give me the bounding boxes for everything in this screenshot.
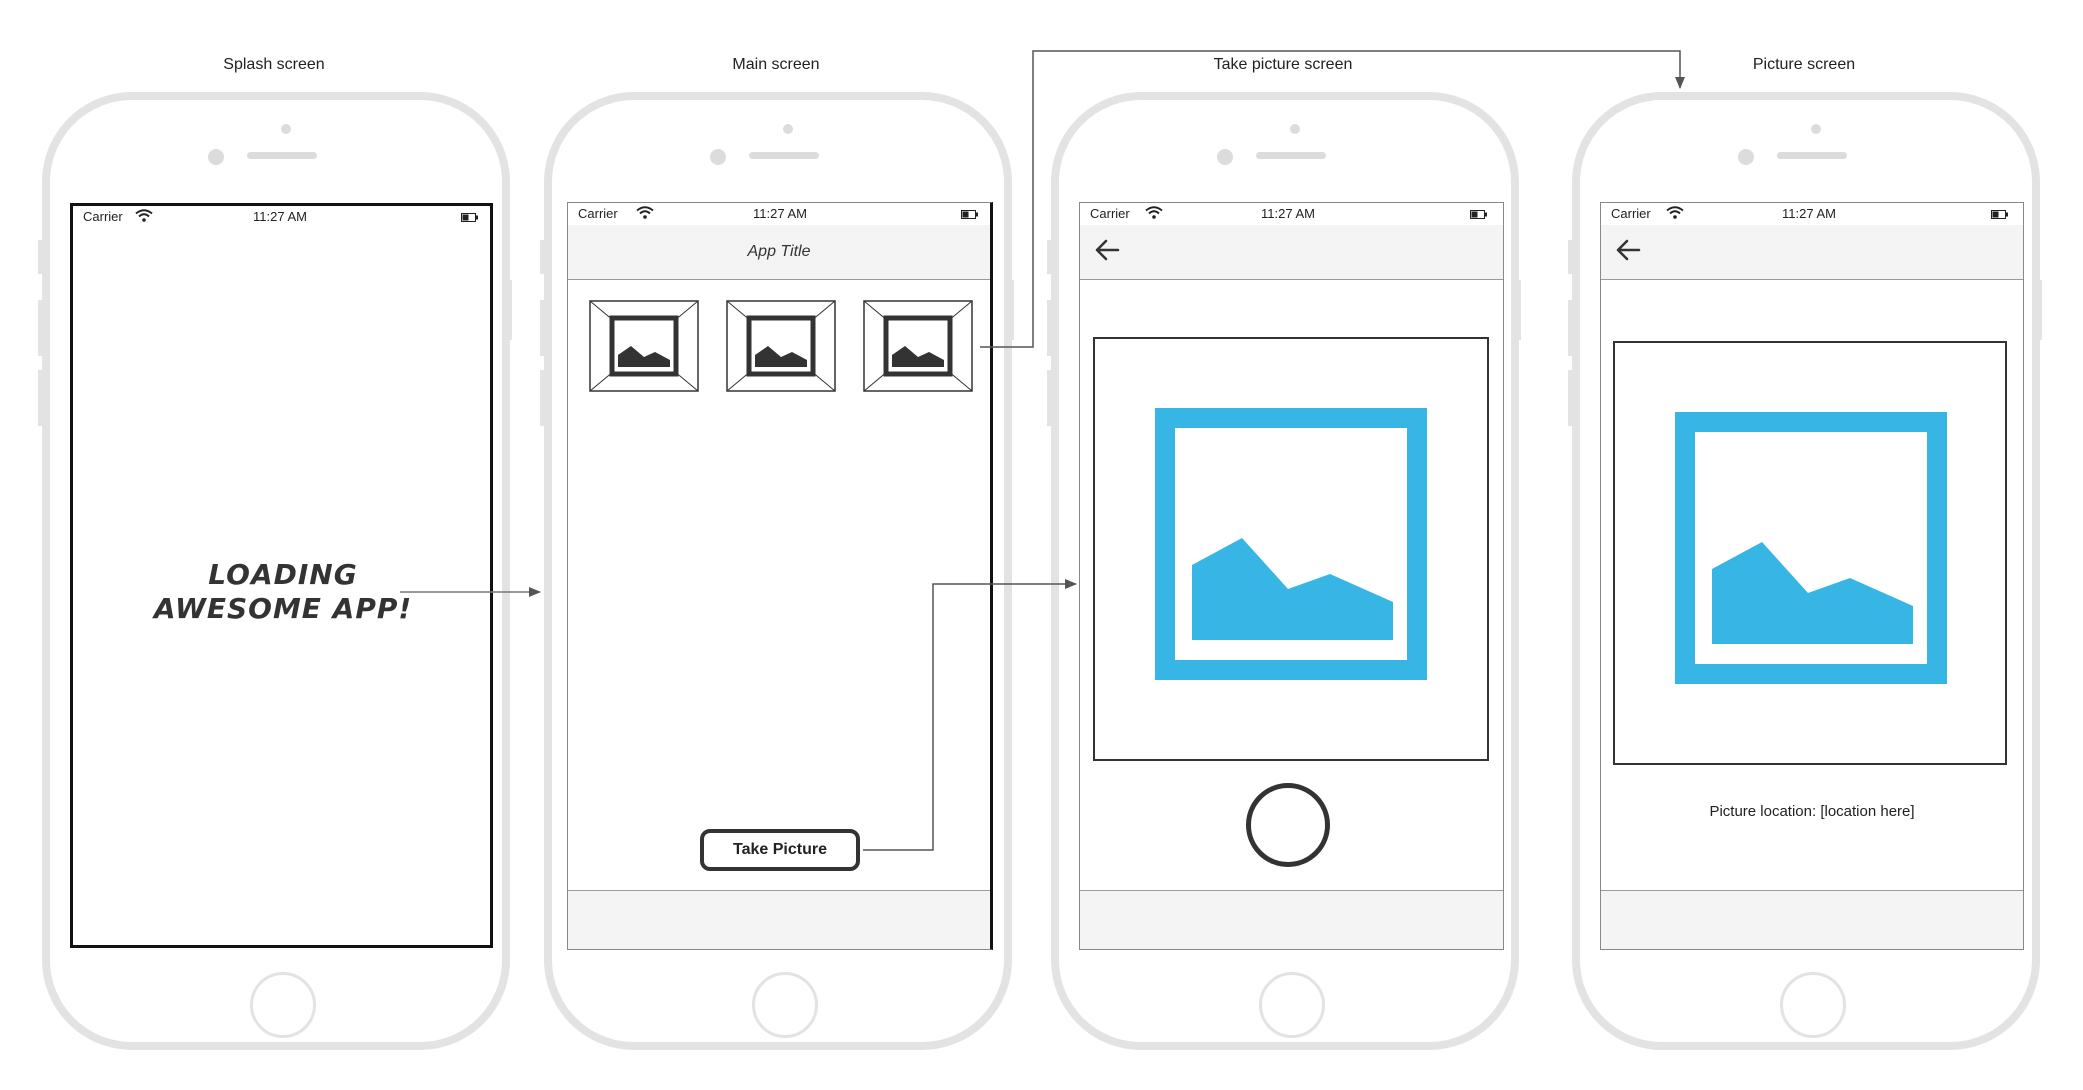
connector-layer (400, 50, 1685, 851)
take-picture-button-to-camera-arrow (863, 579, 1077, 851)
thumbnail-to-picture-arrow (980, 50, 1685, 348)
flow-diagram: Splash screen Carrier 11:27 AM LOADING A… (0, 0, 2083, 1090)
